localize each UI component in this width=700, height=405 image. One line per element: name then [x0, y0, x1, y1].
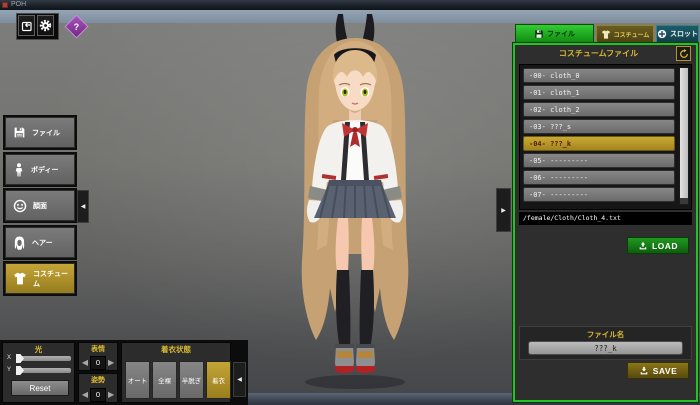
light-panel-title: 光	[3, 344, 74, 355]
file-list-item[interactable]: -04- ???_k	[523, 136, 675, 151]
chevron-left-icon: ◀	[237, 376, 242, 383]
sidebar-item-label: 顔面	[33, 201, 47, 211]
file-list-item[interactable]: -01- cloth_1	[523, 85, 675, 100]
pose-stepper: ◀ 0 ▶	[79, 388, 117, 402]
stepper-left-arrow-icon[interactable]: ◀	[82, 389, 88, 401]
refresh-icon	[679, 49, 689, 59]
file-list-item[interactable]: -03- ???_s	[523, 119, 675, 134]
settings-button[interactable]	[37, 15, 54, 36]
tab-costume[interactable]: コスチューム	[596, 25, 654, 43]
tab-label: ファイル	[547, 29, 575, 39]
expression-title: 表情	[79, 344, 117, 354]
character-render	[250, 10, 460, 394]
selected-file-path: /female/Cloth/Cloth_4.txt	[519, 212, 692, 225]
scrollbar-thumb[interactable]	[680, 68, 688, 198]
window-title: POH	[11, 1, 26, 9]
clothing-state-button[interactable]: 着衣	[206, 361, 231, 399]
file-list-title: コスチュームファイル	[525, 48, 672, 59]
file-list-item[interactable]: -00- cloth_0	[523, 68, 675, 83]
window-titlebar: POH	[0, 0, 700, 10]
expression-panel: 表情 ◀ 0 ▶	[78, 342, 118, 371]
chevron-left-icon: ◀	[81, 203, 86, 210]
light-reset-button[interactable]: Reset	[11, 380, 69, 396]
clothing-state-button[interactable]: 半脱ぎ	[179, 361, 204, 399]
floppy-icon	[534, 29, 544, 39]
right-panel-collapse-tab[interactable]: ▶	[496, 188, 511, 232]
light-y-slider[interactable]	[16, 368, 71, 373]
sidebar-collapse-tab[interactable]: ◀	[77, 190, 89, 223]
save-label: SAVE	[653, 366, 678, 376]
stepper-right-arrow-icon[interactable]: ▶	[108, 357, 114, 369]
chevron-right-icon: ▶	[501, 207, 506, 214]
back-arrow-icon	[21, 20, 33, 32]
help-question-icon: ?	[74, 22, 80, 32]
sidebar-item-label: ヘアー	[32, 238, 53, 248]
pose-value: 0	[90, 388, 106, 402]
pose-panel: 姿勢 ◀ 0 ▶	[78, 373, 118, 403]
refresh-button[interactable]	[676, 46, 691, 61]
tshirt-icon	[13, 272, 27, 285]
upload-icon	[638, 241, 648, 251]
tab-label: コスチューム	[614, 30, 650, 39]
save-button[interactable]: SAVE	[627, 362, 689, 379]
sidebar-item-hair[interactable]: ヘアー	[5, 227, 75, 258]
plus-circle-icon	[657, 29, 667, 39]
hair-icon	[13, 236, 26, 250]
filename-label: ファイル名	[520, 329, 691, 340]
tab-label: スロット	[670, 29, 698, 39]
clothing-state-button[interactable]: オート	[125, 361, 150, 399]
filename-box: ファイル名	[519, 326, 692, 360]
pose-title: 姿勢	[79, 375, 117, 385]
light-panel: 光 X Y Reset	[2, 342, 75, 403]
app-icon	[2, 2, 8, 8]
file-list-scrollbar[interactable]	[679, 67, 689, 205]
tshirt-icon	[601, 30, 611, 39]
light-x-slider[interactable]	[16, 356, 71, 361]
file-list-item[interactable]: -07- ---------	[523, 187, 675, 202]
sidebar-item-costume[interactable]: コスチューム	[5, 263, 75, 294]
light-x-label: X	[7, 355, 11, 361]
sidebar-item-label: ボディー	[31, 165, 59, 175]
light-y-label: Y	[7, 367, 11, 373]
expression-value: 0	[90, 356, 106, 370]
costume-file-panel: コスチュームファイル -00- cloth_0 -01- cloth_1 -02- …	[513, 43, 698, 402]
clothing-state-panel: 着衣状態 オート全裸半脱ぎ着衣	[121, 342, 231, 403]
clothing-state-button[interactable]: 全裸	[152, 361, 177, 399]
app-window: POH	[0, 0, 700, 405]
file-list-item[interactable]: -06- ---------	[523, 170, 675, 185]
clothing-state-title: 着衣状態	[122, 344, 230, 355]
file-list-item[interactable]: -02- cloth_2	[523, 102, 675, 117]
file-list-item[interactable]: -05- ---------	[523, 153, 675, 168]
sidebar-item-label: ファイル	[32, 128, 60, 138]
smiley-face-icon	[13, 199, 27, 213]
sidebar-item-face[interactable]: 顔面	[5, 190, 75, 221]
clothing-state-options: オート全裸半脱ぎ着衣	[125, 361, 231, 399]
gear-icon	[39, 19, 52, 32]
load-button[interactable]: LOAD	[627, 237, 689, 254]
download-icon	[639, 366, 649, 376]
sidebar-item-label: コスチューム	[33, 269, 74, 289]
load-label: LOAD	[652, 241, 678, 251]
filename-input[interactable]	[528, 341, 683, 355]
back-button[interactable]	[18, 15, 35, 36]
stepper-left-arrow-icon[interactable]: ◀	[82, 357, 88, 369]
tab-file[interactable]: ファイル	[515, 24, 594, 43]
sidebar-item-file[interactable]: ファイル	[5, 117, 75, 148]
tab-slot[interactable]: スロット	[656, 25, 699, 43]
floppy-icon	[13, 126, 26, 139]
bottom-panel-collapse-tab[interactable]: ◀	[233, 362, 246, 397]
sidebar-item-body[interactable]: ボディー	[5, 154, 75, 185]
costume-file-list: -00- cloth_0 -01- cloth_1 -02- cloth_2 -03-…	[519, 64, 692, 210]
expression-stepper: ◀ 0 ▶	[79, 356, 117, 370]
person-icon	[13, 163, 25, 177]
stepper-right-arrow-icon[interactable]: ▶	[108, 389, 114, 401]
